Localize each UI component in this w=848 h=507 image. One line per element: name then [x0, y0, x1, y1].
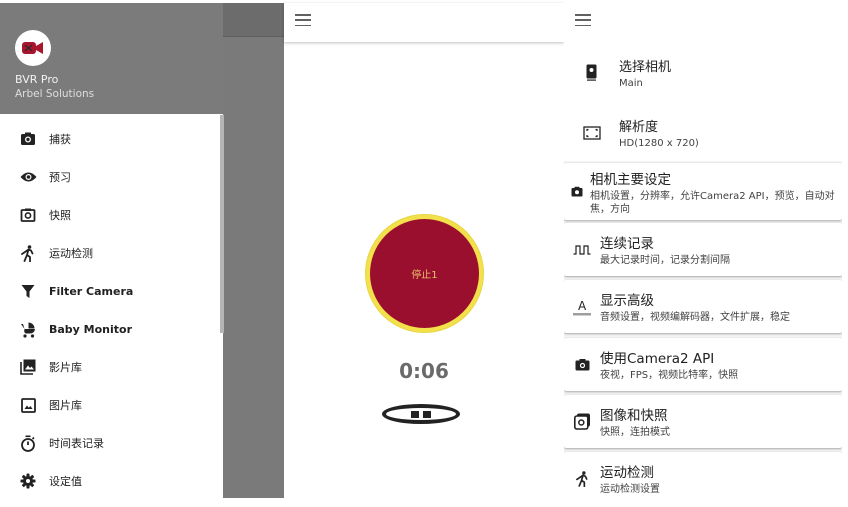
setting-select-camera[interactable]: 选择相机 Main [564, 40, 842, 105]
stroller-icon [19, 320, 37, 338]
setting-title: 解析度 [619, 120, 659, 135]
setting-title: 连续记录 [600, 236, 654, 252]
settings-card-camera2-api[interactable]: 使用Camera2 API 夜视，FPS，视频比特率，快照 [564, 338, 842, 391]
screenshot-root: BVR Pro Arbel Solutions 捕获 预习 快照 运动检测 Fi… [0, 0, 848, 507]
setting-subtitle: 夜视，FPS，视频比特率，快照 [600, 370, 739, 381]
video-library-icon [19, 358, 37, 376]
drawer-item-image-library[interactable]: 图片库 [0, 386, 223, 424]
scrim-toolbar [223, 3, 284, 37]
record-button-label: 停止1 [411, 270, 438, 281]
drawer-item-label: 时间表记录 [49, 437, 104, 450]
drawer-scrollbar[interactable] [220, 115, 224, 333]
app-logo [15, 30, 51, 66]
recording-timer: 0:06 [399, 359, 449, 383]
menu-icon[interactable] [573, 12, 593, 28]
app-name: BVR Pro [15, 73, 59, 86]
settings-card-camera-main[interactable]: 相机主要设定 相机设置，分辨率，允许Camera2 API，预览，自动对焦，方向 [564, 163, 842, 220]
setting-title: 显示高级 [600, 293, 654, 309]
gear-icon [19, 472, 37, 490]
running-person-icon [19, 244, 37, 262]
drawer-item-filter-camera[interactable]: Filter Camera [0, 272, 223, 310]
video-camera-logo-icon [22, 42, 43, 54]
drawer-item-label: 运动检测 [49, 247, 93, 260]
drawer-item-label: 捕获 [49, 133, 71, 146]
setting-subtitle: Main [619, 77, 643, 89]
setting-subtitle: 快照，连拍模式 [600, 427, 670, 438]
text-format-icon: A [564, 298, 600, 316]
setting-resolution[interactable]: 解析度 HD(1280 x 720) [564, 105, 842, 161]
settings-card-advanced-display[interactable]: A 显示高级 音频设置，视频编解码器，文件扩展，稳定 [564, 280, 842, 333]
drawer-item-capture[interactable]: 捕获 [0, 120, 223, 158]
eye-icon [19, 168, 37, 186]
drawer-screen: BVR Pro Arbel Solutions 捕获 预习 快照 运动检测 Fi… [0, 3, 284, 498]
settings-card-motion-detection[interactable]: 运动检测 运动检测设置 [564, 452, 842, 498]
drawer-item-label: 快照 [49, 209, 71, 222]
drawer-item-label: 设定值 [49, 475, 82, 488]
setting-subtitle: 相机设置，分辨率，允许Camera2 API，预览，自动对焦，方向 [590, 190, 835, 215]
drawer-item-label: 影片库 [49, 361, 82, 374]
setting-title: 选择相机 [619, 59, 672, 75]
drawer-item-motion-detection[interactable]: 运动检测 [0, 234, 223, 272]
company-name: Arbel Solutions [15, 88, 95, 100]
drawer-item-video-library[interactable]: 影片库 [0, 348, 223, 386]
pause-icon [411, 410, 419, 418]
camera-icon [564, 186, 590, 197]
snapshot-icon [19, 206, 37, 224]
drawer-item-label: Baby Monitor [49, 322, 133, 336]
setting-title: 运动检测 [600, 465, 654, 481]
resolution-icon [564, 126, 619, 140]
setting-subtitle: HD(1280 x 720) [619, 138, 699, 149]
camera-icon [19, 130, 37, 148]
menu-icon[interactable] [293, 12, 313, 28]
setting-subtitle: 运动检测设置 [600, 484, 660, 495]
drawer-item-baby-monitor[interactable]: Baby Monitor [0, 310, 223, 348]
drawer-item-preview[interactable]: 预习 [0, 158, 223, 196]
drawer-header: BVR Pro Arbel Solutions [0, 3, 223, 114]
capture-toolbar [284, 3, 564, 42]
navigation-drawer: BVR Pro Arbel Solutions 捕获 预习 快照 运动检测 Fi… [0, 3, 224, 498]
drawer-item-label: 图片库 [49, 399, 82, 412]
setting-title: 相机主要设定 [590, 171, 671, 188]
setting-subtitle: 最大记录时间，记录分割间隔 [600, 255, 730, 266]
drawer-item-schedule-recording[interactable]: 时间表记录 [0, 424, 223, 462]
record-stop-button[interactable]: 停止1 [366, 215, 483, 332]
filter-icon [19, 282, 37, 300]
drawer-item-snapshot[interactable]: 快照 [0, 196, 223, 234]
settings-card-image-snapshot[interactable]: 图像和快照 快照，连拍模式 [564, 395, 842, 448]
setting-title: 图像和快照 [600, 408, 668, 424]
running-person-icon [564, 470, 600, 487]
svg-text:A: A [578, 299, 587, 313]
drawer-menu: 捕获 预习 快照 运动检测 Filter Camera Baby Monitor… [0, 120, 223, 498]
setting-title: 使用Camera2 API [600, 351, 715, 367]
drawer-item-label: Filter Camera [49, 284, 134, 298]
phone-camera-icon [564, 64, 619, 81]
photo-snapshot-icon [564, 413, 600, 430]
capture-screen: 停止1 0:06 [284, 3, 564, 498]
pause-button[interactable] [382, 404, 460, 424]
drawer-scrim[interactable] [223, 3, 284, 498]
timer-icon [19, 434, 37, 452]
settings-card-continuous-recording[interactable]: 连续记录 最大记录时间，记录分割间隔 [564, 223, 842, 276]
image-icon [19, 396, 37, 414]
drawer-item-settings[interactable]: 设定值 [0, 462, 223, 498]
settings-toolbar [564, 3, 842, 40]
drawer-item-label: 预习 [49, 171, 71, 184]
camera-icon [564, 358, 600, 371]
pulse-wave-icon [564, 244, 600, 255]
setting-subtitle: 音频设置，视频编解码器，文件扩展，稳定 [600, 312, 790, 323]
settings-screen: 选择相机 Main 解析度 HD(1280 x 720) 相机主要设定 相机设置… [564, 3, 842, 498]
